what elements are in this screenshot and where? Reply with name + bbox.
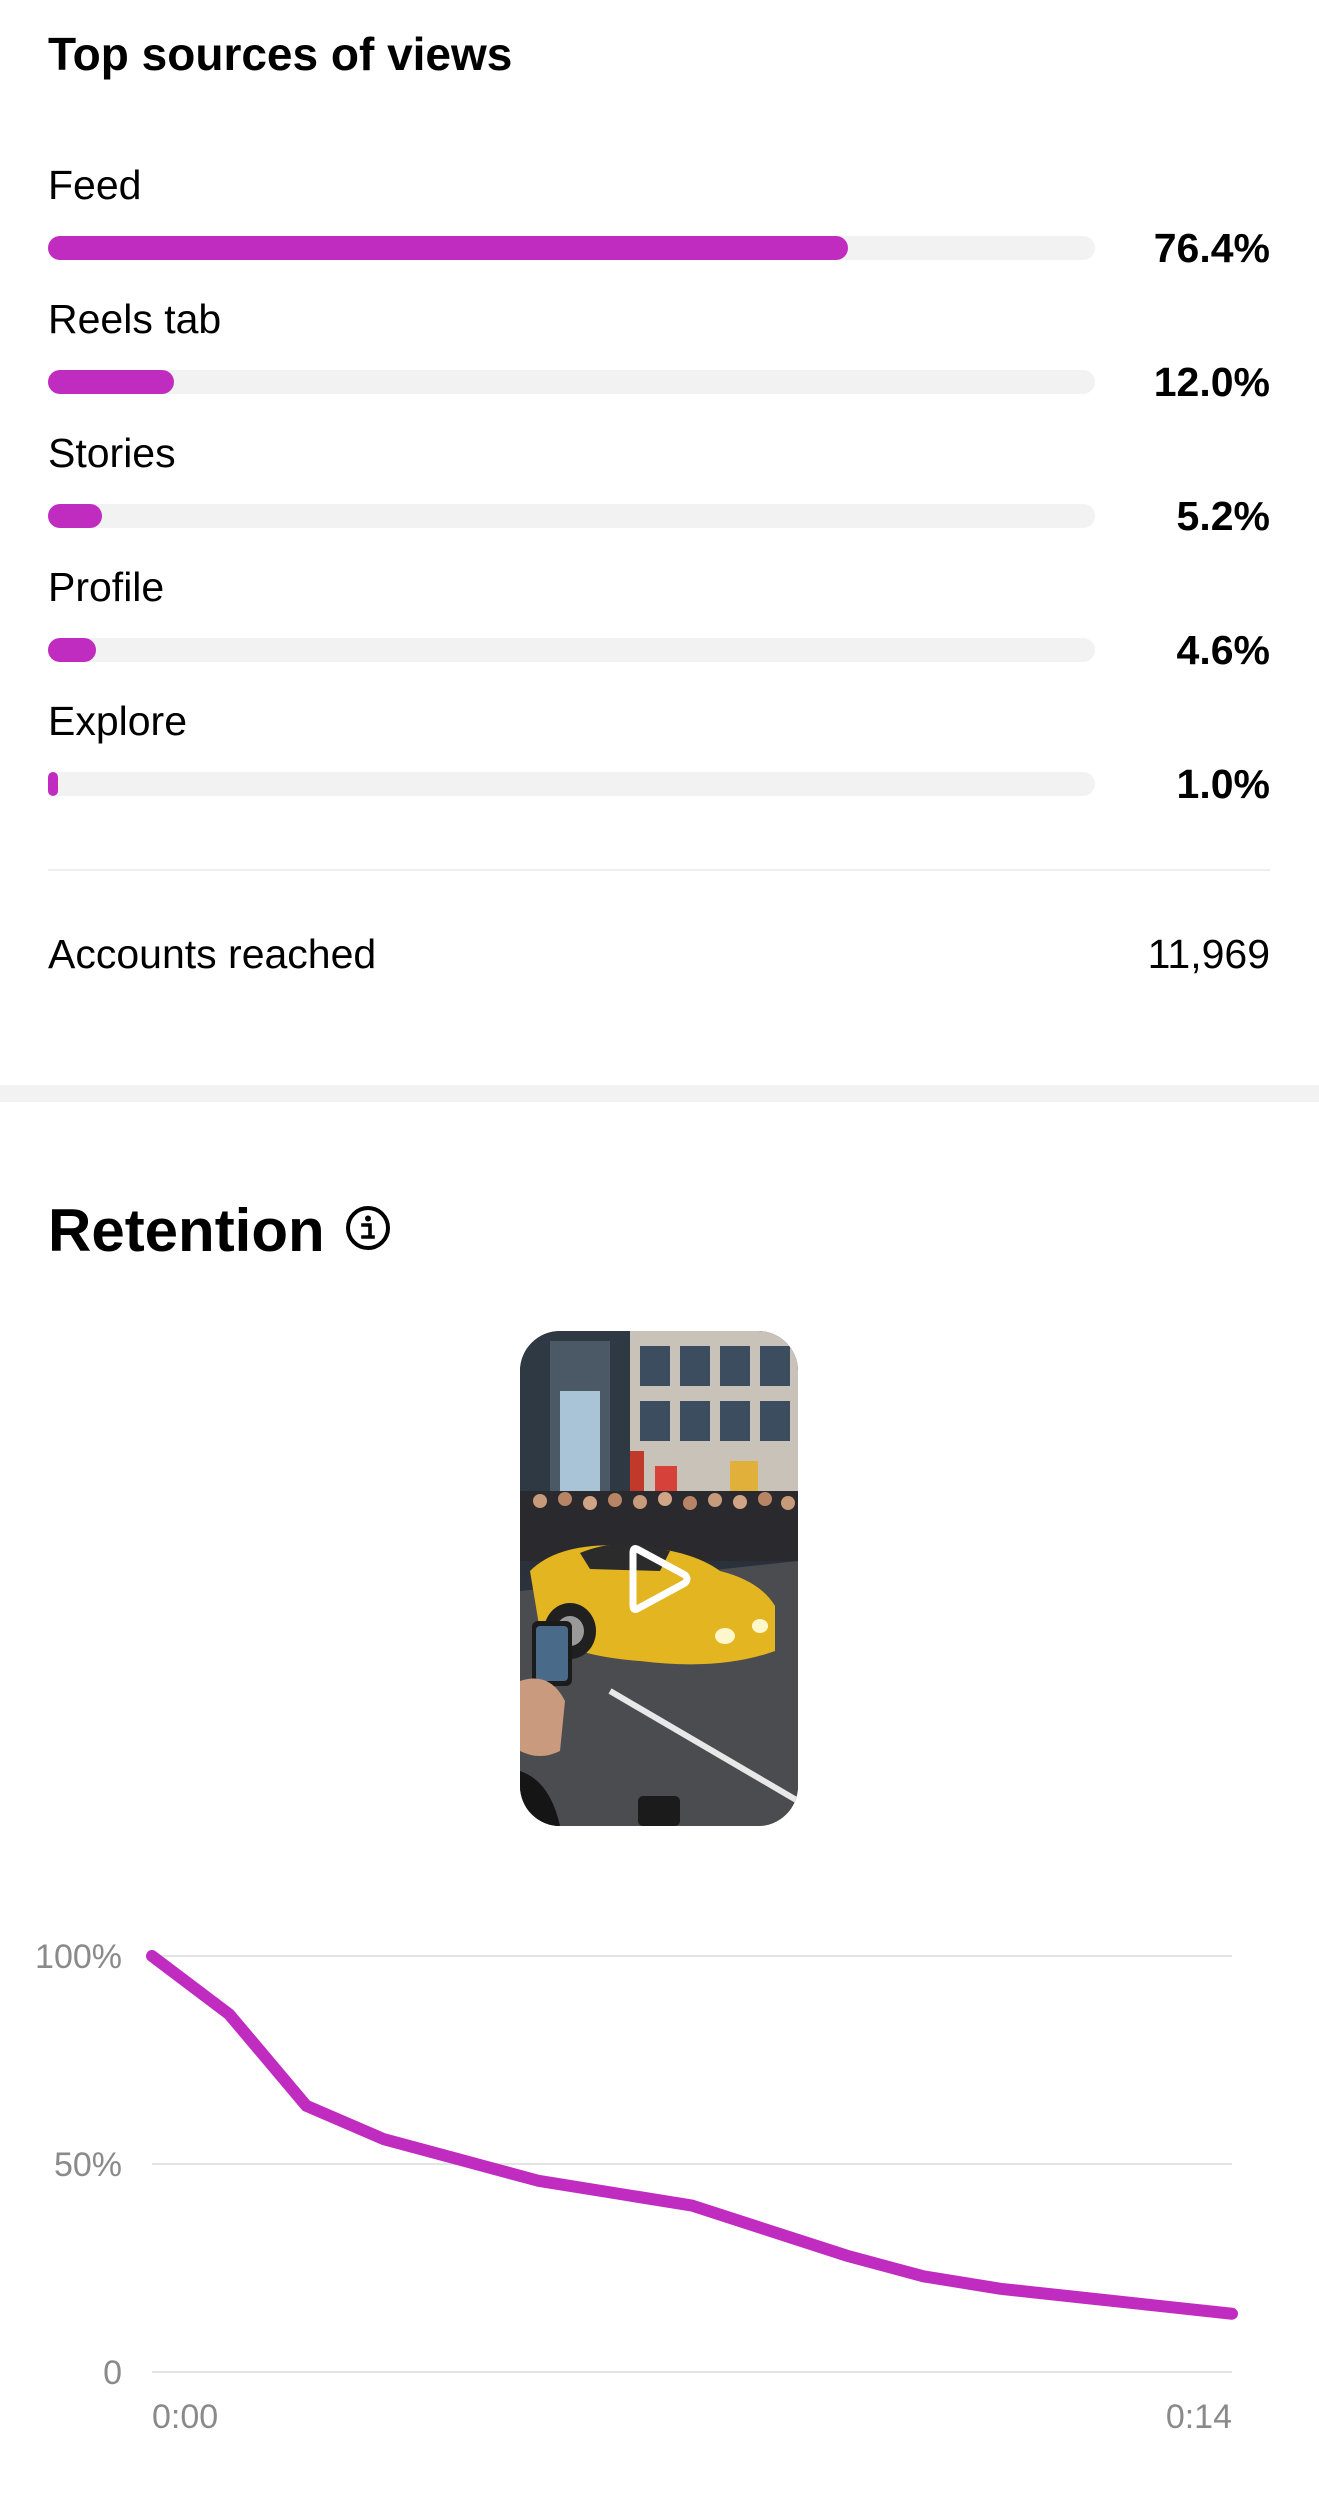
- source-bar-track: [48, 638, 1095, 662]
- top-sources-title: Top sources of views: [48, 28, 513, 80]
- divider: [48, 869, 1270, 871]
- source-percent: 4.6%: [1176, 627, 1270, 673]
- source-bar-track: [48, 370, 1095, 394]
- accounts-reached-value: 11,969: [1147, 931, 1270, 977]
- source-row-profile: Profile 4.6%: [48, 558, 1270, 692]
- source-percent: 12.0%: [1153, 359, 1270, 405]
- source-percent: 76.4%: [1153, 225, 1270, 271]
- source-bar-fill: [48, 772, 59, 796]
- retention-title: Retention: [48, 1197, 325, 1264]
- source-row-reels-tab: Reels tab 12.0%: [48, 290, 1270, 424]
- source-bar-fill: [48, 370, 174, 394]
- retention-chart: 100% 50% 0 0:00 0:14: [35, 1938, 1238, 2436]
- accounts-reached-label: Accounts reached: [48, 931, 377, 977]
- source-bar-track: [48, 772, 1095, 796]
- x-tick-label: 0:00: [152, 2398, 218, 2436]
- source-bar-track: [48, 504, 1095, 528]
- source-label: Reels tab: [48, 296, 222, 342]
- retention-line: [146, 1950, 1238, 2320]
- y-tick-label: 100%: [35, 1938, 122, 1976]
- source-row-explore: Explore 1.0%: [48, 692, 1270, 826]
- info-icon[interactable]: [344, 1204, 392, 1252]
- source-percent: 5.2%: [1176, 493, 1270, 539]
- source-bar-fill: [48, 638, 97, 662]
- source-label: Feed: [48, 162, 142, 208]
- sources-list: Feed 76.4% Reels tab 12.0% Stories 5.2% …: [48, 156, 1270, 826]
- source-label: Explore: [48, 698, 188, 744]
- source-bar-fill: [48, 504, 103, 528]
- section-separator: [0, 1085, 1319, 1102]
- source-row-feed: Feed 76.4%: [48, 156, 1270, 290]
- y-tick-label: 0: [103, 2354, 122, 2392]
- source-row-stories: Stories 5.2%: [48, 424, 1270, 558]
- source-percent: 1.0%: [1176, 761, 1270, 807]
- y-tick-label: 50%: [54, 2146, 122, 2184]
- source-bar-fill: [48, 236, 848, 260]
- source-label: Profile: [48, 564, 165, 610]
- source-bar-track: [48, 236, 1095, 260]
- reel-thumbnail[interactable]: [520, 1331, 798, 1826]
- source-label: Stories: [48, 430, 176, 476]
- x-tick-label: 0:14: [1166, 2398, 1232, 2436]
- play-icon: [629, 1545, 691, 1613]
